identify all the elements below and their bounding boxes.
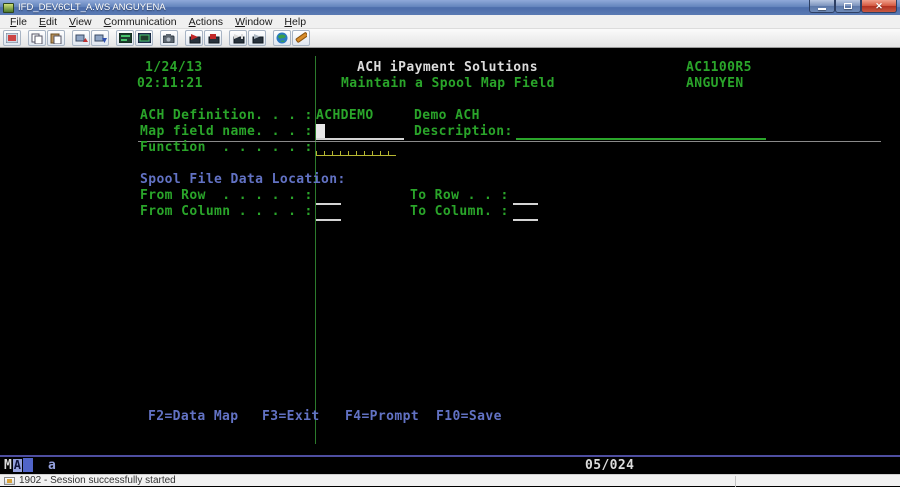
function-label: Function . . . . . :: [140, 140, 313, 155]
app-icon: [3, 3, 14, 13]
close-button[interactable]: ✕: [861, 0, 897, 13]
fkey-f4-prompt[interactable]: F4=Prompt: [345, 409, 419, 424]
map-field-name-label: Map field name. . . :: [140, 124, 313, 139]
window-controls: ✕: [809, 0, 897, 15]
paste-icon[interactable]: [47, 30, 65, 46]
minimize-button[interactable]: [809, 0, 835, 13]
function-input[interactable]: [316, 151, 396, 156]
from-column-label: From Column . . . . :: [140, 204, 313, 219]
receive-file-icon[interactable]: [91, 30, 109, 46]
session-display-icon[interactable]: [116, 30, 134, 46]
to-row-input[interactable]: [513, 203, 538, 205]
to-column-label: To Column. :: [410, 204, 509, 219]
menu-file[interactable]: File: [4, 16, 33, 28]
program-id: AC1100R5: [686, 60, 752, 75]
menu-bar: File Edit View Communication Actions Win…: [0, 15, 900, 29]
menu-edit[interactable]: Edit: [33, 16, 63, 28]
globe-icon[interactable]: [273, 30, 291, 46]
status-bar-divider: [735, 476, 736, 487]
description-input[interactable]: [516, 138, 766, 140]
map-field-name-input[interactable]: [316, 138, 404, 140]
screen-subtitle: Maintain a Spool Map Field: [341, 76, 555, 91]
description-label: Description:: [414, 124, 513, 139]
title-bar[interactable]: IFD_DEV6CLT_A.WS ANGUYENA ✕: [0, 0, 900, 15]
oia-input-indicator: A: [13, 459, 22, 472]
macro-play-icon[interactable]: [185, 30, 203, 46]
session-status-icon: [4, 477, 15, 485]
from-column-input[interactable]: [316, 219, 341, 221]
to-column-input[interactable]: [513, 219, 538, 221]
terminal-screen[interactable]: 1/24/13 02:11:21 ACH iPayment Solutions …: [0, 48, 900, 474]
screen-capture-icon[interactable]: [3, 30, 21, 46]
pencil-icon[interactable]: [292, 30, 310, 46]
oia-separator: [0, 455, 900, 457]
menu-help[interactable]: Help: [278, 16, 312, 28]
system-date: 1/24/13: [145, 60, 203, 75]
window-title: IFD_DEV6CLT_A.WS ANGUYENA: [18, 2, 809, 13]
send-file-icon[interactable]: [72, 30, 90, 46]
menu-communication[interactable]: Communication: [98, 16, 183, 28]
system-time: 02:11:21: [137, 76, 203, 91]
macro-pause-icon[interactable]: [248, 30, 266, 46]
ach-definition-value: ACHDEMO: [316, 108, 374, 123]
fkey-f3-exit[interactable]: F3=Exit: [262, 409, 320, 424]
ach-definition-label: ACH Definition. . . :: [140, 108, 313, 123]
close-icon: ✕: [875, 2, 883, 10]
minimize-icon: [818, 8, 826, 10]
status-bar: 1902 - Session successfully started: [0, 474, 900, 486]
spool-section-label: Spool File Data Location:: [140, 172, 346, 187]
terminal-cursor: [316, 124, 325, 139]
fkey-f2-data-map[interactable]: F2=Data Map: [148, 409, 239, 424]
menu-actions[interactable]: Actions: [183, 16, 229, 28]
app-window: IFD_DEV6CLT_A.WS ANGUYENA ✕ File Edit Vi…: [0, 0, 900, 486]
from-row-label: From Row . . . . . :: [140, 188, 313, 203]
camera-icon[interactable]: [160, 30, 178, 46]
menu-view[interactable]: View: [63, 16, 98, 28]
ach-definition-description: Demo ACH: [414, 108, 480, 123]
screen-title: ACH iPayment Solutions: [357, 60, 538, 75]
to-row-label: To Row . . :: [410, 188, 509, 203]
fkey-f10-save[interactable]: F10=Save: [436, 409, 502, 424]
oia-keyboard-block: [23, 458, 33, 472]
from-row-input[interactable]: [316, 203, 341, 205]
macro-record-icon[interactable]: [204, 30, 222, 46]
oia-system-indicator: M: [4, 458, 12, 473]
maximize-button[interactable]: [835, 0, 861, 13]
copy-icon[interactable]: [28, 30, 46, 46]
user-id: ANGUYEN: [686, 76, 744, 91]
toolbar: [0, 29, 900, 48]
oia-shift-indicator: a: [48, 458, 56, 473]
session-window-icon[interactable]: [135, 30, 153, 46]
maximize-icon: [844, 3, 852, 9]
status-message: 1902 - Session successfully started: [19, 475, 176, 486]
macro-step-icon[interactable]: [229, 30, 247, 46]
oia-cursor-position: 05/024: [585, 458, 634, 473]
menu-window[interactable]: Window: [229, 16, 278, 28]
